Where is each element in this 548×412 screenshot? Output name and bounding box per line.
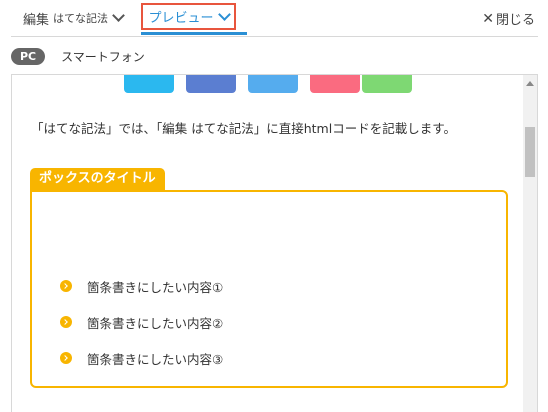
share-button-5[interactable] <box>362 75 412 93</box>
chevron-right-circle-icon <box>60 316 72 328</box>
device-switcher: PC スマートフォン <box>11 46 145 66</box>
list-item-text: 箇条書きにしたい内容③ <box>87 351 224 367</box>
list-item-text: 箇条書きにしたい内容① <box>87 279 224 295</box>
content-box: 箇条書きにしたい内容① 箇条書きにしたい内容② 箇条書きにしたい内容③ <box>30 190 508 388</box>
editor-tabbar: 編集 はてな記法 プレビュー ✕ 閉じる <box>0 0 548 36</box>
preview-content: 「はてな記法」では、「編集 はてな記法」に直接htmlコードを記載します。 ポッ… <box>12 75 525 412</box>
box-title: ポックスのタイトル <box>30 168 165 190</box>
scroll-up-arrow-icon[interactable] <box>526 81 534 86</box>
close-icon: ✕ <box>482 10 494 27</box>
list-item: 箇条書きにしたい内容① <box>60 268 223 304</box>
preview-scrollbar[interactable] <box>523 75 537 412</box>
list-item-text: 箇条書きにしたい内容② <box>87 315 224 331</box>
tabbar-divider <box>11 36 538 37</box>
chevron-right-circle-icon <box>60 352 72 364</box>
share-button-4[interactable] <box>310 75 360 93</box>
share-button-3[interactable] <box>248 75 298 93</box>
share-button-2[interactable] <box>186 75 236 93</box>
bullet-list: 箇条書きにしたい内容① 箇条書きにしたい内容② 箇条書きにしたい内容③ <box>60 268 223 376</box>
device-smartphone-button[interactable]: スマートフォン <box>61 48 145 65</box>
preview-frame: 「はてな記法」では、「編集 はてな記法」に直接htmlコードを記載します。 ポッ… <box>11 74 538 412</box>
tab-edit-sublabel: はてな記法 <box>53 12 109 25</box>
scroll-thumb[interactable] <box>525 127 535 177</box>
list-item: 箇条書きにしたい内容③ <box>60 340 223 376</box>
body-paragraph: 「はてな記法」では、「編集 はてな記法」に直接htmlコードを記載します。 <box>31 121 456 136</box>
close-label: 閉じる <box>495 13 535 28</box>
chevron-down-icon <box>112 9 125 22</box>
active-tab-indicator <box>141 32 247 35</box>
tab-edit[interactable]: 編集 はてな記法 <box>23 9 125 28</box>
chevron-down-icon <box>217 7 231 21</box>
device-pc-button[interactable]: PC <box>11 47 46 65</box>
list-item: 箇条書きにしたい内容② <box>60 304 223 340</box>
chevron-right-circle-icon <box>60 280 72 292</box>
tab-preview-label: プレビュー <box>148 11 214 26</box>
close-button[interactable]: ✕ 閉じる <box>482 9 535 29</box>
tab-preview[interactable]: プレビュー <box>141 3 236 30</box>
share-button-1[interactable] <box>124 75 174 93</box>
tab-edit-label: 編集 <box>23 12 50 28</box>
